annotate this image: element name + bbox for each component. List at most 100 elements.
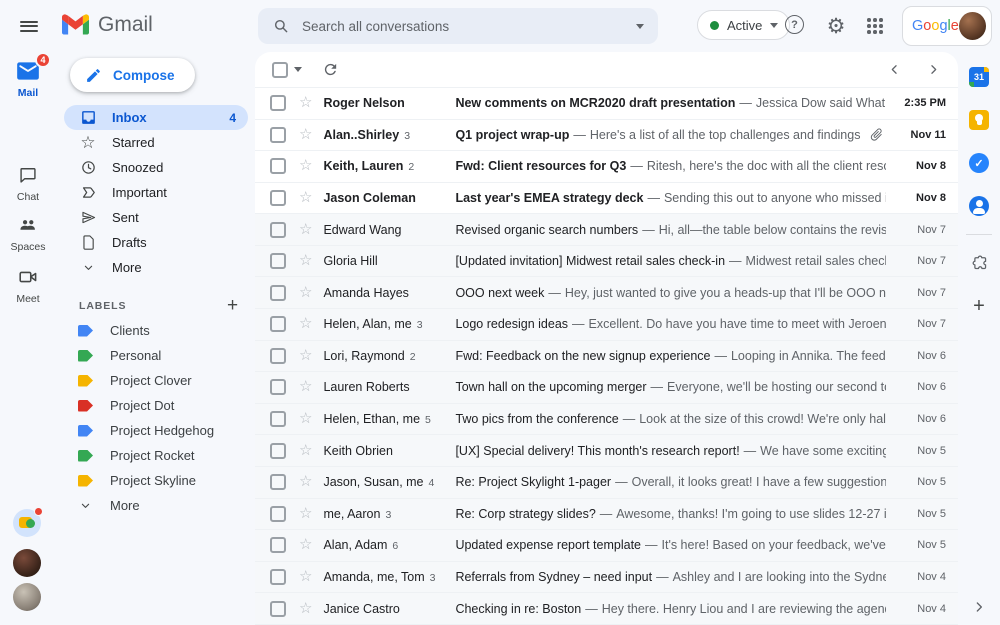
rail-item-spaces[interactable]: Spaces xyxy=(0,212,56,253)
chat-shortcut-avatar[interactable] xyxy=(13,549,41,577)
row-checkbox[interactable] xyxy=(270,411,286,427)
row-checkbox[interactable] xyxy=(270,506,286,522)
google-contacts-button[interactable] xyxy=(962,189,996,223)
email-row[interactable]: Keith, Lauren 2 Fwd: Client resources fo… xyxy=(255,151,958,183)
get-add-ons-button[interactable] xyxy=(962,246,996,280)
email-row[interactable]: Roger Nelson New comments on MCR2020 dra… xyxy=(255,88,958,120)
email-row[interactable]: me, Aaron 3 Re: Corp strategy slides?—Aw… xyxy=(255,499,958,531)
star-icon[interactable] xyxy=(299,127,312,143)
row-checkbox[interactable] xyxy=(270,537,286,553)
email-row[interactable]: Keith Obrien [UX] Special delivery! This… xyxy=(255,435,958,467)
star-icon[interactable] xyxy=(299,285,312,301)
star-icon[interactable] xyxy=(299,316,312,332)
star-icon[interactable] xyxy=(299,411,312,427)
row-checkbox[interactable] xyxy=(270,443,286,459)
email-row[interactable]: Amanda Hayes OOO next week—Hey, just wan… xyxy=(255,277,958,309)
sidebar-item-starred[interactable]: Starred xyxy=(64,130,248,155)
sidebar-labels-more[interactable]: More xyxy=(56,493,255,518)
row-checkbox[interactable] xyxy=(270,127,286,143)
help-button[interactable] xyxy=(785,15,804,34)
email-row[interactable]: Helen, Alan, me 3 Logo redesign ideas—Ex… xyxy=(255,309,958,341)
row-checkbox[interactable] xyxy=(270,253,286,269)
sidebar-item-sent[interactable]: Sent xyxy=(64,205,248,230)
email-snippet: Look at the size of this crowd! We're on… xyxy=(639,412,886,426)
row-checkbox[interactable] xyxy=(270,601,286,617)
email-row[interactable]: Lauren Roberts Town hall on the upcoming… xyxy=(255,372,958,404)
thread-count: 4 xyxy=(429,477,435,489)
rail-item-mail[interactable]: 4 Mail xyxy=(0,58,56,99)
star-icon[interactable] xyxy=(299,569,312,585)
email-row[interactable]: Edward Wang Revised organic search numbe… xyxy=(255,214,958,246)
sidebar-label-item[interactable]: Project Rocket xyxy=(56,443,255,468)
sidebar-item-drafts[interactable]: Drafts xyxy=(64,230,248,255)
star-icon[interactable] xyxy=(299,537,312,553)
google-keep-button[interactable] xyxy=(962,103,996,137)
google-calendar-button[interactable]: 31 xyxy=(962,60,996,94)
row-checkbox[interactable] xyxy=(270,95,286,111)
chat-shortcut-avatar[interactable] xyxy=(13,509,41,537)
row-checkbox[interactable] xyxy=(270,348,286,364)
chat-shortcut-avatar[interactable] xyxy=(13,583,41,611)
email-row[interactable]: Amanda, me, Tom 3 Referrals from Sydney … xyxy=(255,562,958,594)
select-options-caret-icon[interactable] xyxy=(294,67,302,72)
older-page-button[interactable] xyxy=(926,62,941,77)
star-icon[interactable] xyxy=(299,222,312,238)
search-options-caret-icon[interactable] xyxy=(636,24,644,29)
compose-button[interactable]: Compose xyxy=(70,58,195,92)
star-icon[interactable] xyxy=(299,474,312,490)
sidebar-item-more[interactable]: More xyxy=(64,255,248,280)
email-row[interactable]: Alan, Adam 6 Updated expense report temp… xyxy=(255,530,958,562)
sidebar-label-item[interactable]: Personal xyxy=(56,343,255,368)
google-tasks-button[interactable] xyxy=(962,146,996,180)
sidebar-label-item[interactable]: Project Skyline xyxy=(56,468,255,493)
email-row[interactable]: Gloria Hill [Updated invitation] Midwest… xyxy=(255,246,958,278)
search-input[interactable]: Search all conversations xyxy=(302,19,636,34)
email-row[interactable]: Janice Castro Checking in re: Boston—Hey… xyxy=(255,593,958,625)
google-account-pill[interactable]: Google xyxy=(902,6,992,46)
select-all-checkbox[interactable] xyxy=(272,62,288,78)
hide-side-panel-button[interactable] xyxy=(971,599,987,615)
star-icon[interactable] xyxy=(299,379,312,395)
row-checkbox[interactable] xyxy=(270,316,286,332)
thread-count: 3 xyxy=(430,572,436,584)
row-checkbox[interactable] xyxy=(270,222,286,238)
user-avatar[interactable] xyxy=(959,12,986,40)
email-row[interactable]: Lori, Raymond 2 Fwd: Feedback on the new… xyxy=(255,341,958,373)
sidebar-label-item[interactable]: Project Hedgehog xyxy=(56,418,255,443)
star-icon[interactable] xyxy=(299,158,312,174)
star-icon[interactable] xyxy=(299,506,312,522)
star-icon[interactable] xyxy=(299,348,312,364)
rail-item-chat[interactable]: Chat xyxy=(0,162,56,203)
email-row[interactable]: Alan..Shirley 3 Q1 project wrap-up—Here'… xyxy=(255,120,958,152)
row-checkbox[interactable] xyxy=(270,285,286,301)
sidebar-label-item[interactable]: Clients xyxy=(56,318,255,343)
add-panel-app-button[interactable] xyxy=(962,289,996,323)
row-checkbox[interactable] xyxy=(270,569,286,585)
refresh-button[interactable] xyxy=(322,61,339,78)
search-bar[interactable]: Search all conversations xyxy=(258,8,658,44)
email-row[interactable]: Jason Coleman Last year's EMEA strategy … xyxy=(255,183,958,215)
settings-button[interactable] xyxy=(822,12,850,40)
star-icon[interactable] xyxy=(299,95,312,111)
star-icon[interactable] xyxy=(299,190,312,206)
star-icon[interactable] xyxy=(299,253,312,269)
row-checkbox[interactable] xyxy=(270,190,286,206)
star-icon[interactable] xyxy=(299,601,312,617)
row-checkbox[interactable] xyxy=(270,379,286,395)
star-icon[interactable] xyxy=(299,443,312,459)
rail-item-meet[interactable]: Meet xyxy=(0,264,56,305)
row-checkbox[interactable] xyxy=(270,158,286,174)
apps-grid-button[interactable] xyxy=(861,12,889,40)
add-label-button[interactable] xyxy=(227,295,239,317)
sidebar-label-item[interactable]: Project Dot xyxy=(56,393,255,418)
newer-page-button[interactable] xyxy=(887,62,902,77)
email-row[interactable]: Helen, Ethan, me 5 Two pics from the con… xyxy=(255,404,958,436)
sidebar-item-inbox[interactable]: Inbox 4 xyxy=(64,105,248,130)
sidebar-item-snoozed[interactable]: Snoozed xyxy=(64,155,248,180)
row-checkbox[interactable] xyxy=(270,474,286,490)
sidebar-label-item[interactable]: Project Clover xyxy=(56,368,255,393)
sidebar-item-important[interactable]: Important xyxy=(64,180,248,205)
email-row[interactable]: Jason, Susan, me 4 Re: Project Skylight … xyxy=(255,467,958,499)
status-selector[interactable]: Active xyxy=(697,10,790,40)
main-menu-button[interactable] xyxy=(9,6,49,46)
